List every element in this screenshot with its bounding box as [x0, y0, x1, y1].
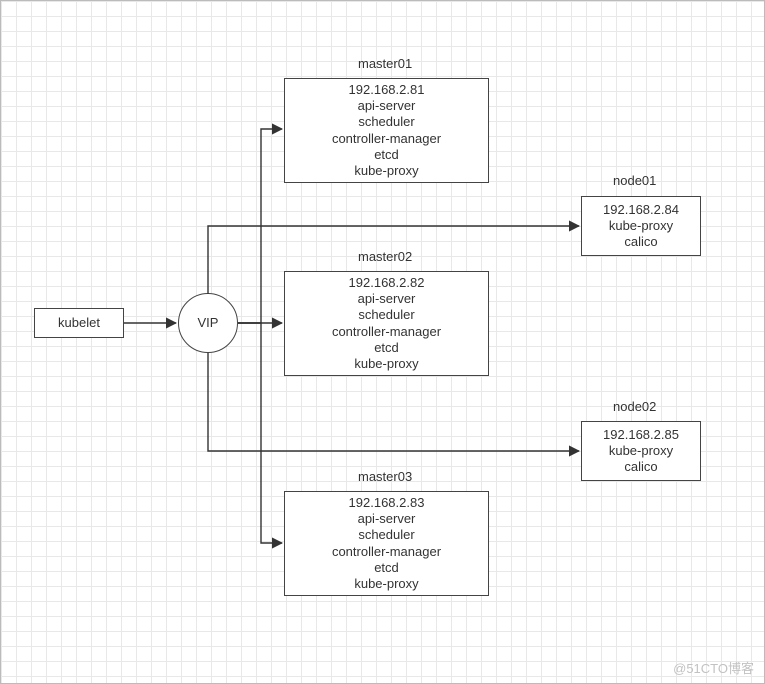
master02-line-0: api-server	[358, 291, 416, 307]
diagram-canvas: kubelet VIP master01 192.168.2.81 api-se…	[0, 0, 765, 684]
master02-line-4: kube-proxy	[354, 356, 418, 372]
master02-line-2: controller-manager	[332, 324, 441, 340]
vip-label: VIP	[198, 315, 219, 331]
master01-line-2: controller-manager	[332, 131, 441, 147]
node01-line-0: kube-proxy	[609, 218, 673, 234]
master01-line-3: etcd	[374, 147, 399, 163]
kubelet-label: kubelet	[58, 315, 100, 331]
edge-vip-to-master03	[238, 323, 282, 543]
master02-title: master02	[358, 249, 412, 264]
master01-line-4: kube-proxy	[354, 163, 418, 179]
node02-line-1: calico	[624, 459, 657, 475]
master03-line-1: scheduler	[358, 527, 414, 543]
master03-title: master03	[358, 469, 412, 484]
node02-title: node02	[613, 399, 656, 414]
master03-ip: 192.168.2.83	[349, 495, 425, 511]
node-kubelet: kubelet	[34, 308, 124, 338]
node-master03: 192.168.2.83 api-server scheduler contro…	[284, 491, 489, 596]
master01-ip: 192.168.2.81	[349, 82, 425, 98]
node-vip: VIP	[178, 293, 238, 353]
node01-title: node01	[613, 173, 656, 188]
master02-line-3: etcd	[374, 340, 399, 356]
master01-line-0: api-server	[358, 98, 416, 114]
node01-line-1: calico	[624, 234, 657, 250]
master01-title: master01	[358, 56, 412, 71]
master02-line-1: scheduler	[358, 307, 414, 323]
master03-line-3: etcd	[374, 560, 399, 576]
watermark: @51CTO博客	[673, 658, 754, 677]
edge-vip-to-master01	[238, 129, 282, 323]
node02-line-0: kube-proxy	[609, 443, 673, 459]
node-master01: 192.168.2.81 api-server scheduler contro…	[284, 78, 489, 183]
node-node01: 192.168.2.84 kube-proxy calico	[581, 196, 701, 256]
master01-line-1: scheduler	[358, 114, 414, 130]
node-master02: 192.168.2.82 api-server scheduler contro…	[284, 271, 489, 376]
node02-ip: 192.168.2.85	[603, 427, 679, 443]
master03-line-4: kube-proxy	[354, 576, 418, 592]
node-node02: 192.168.2.85 kube-proxy calico	[581, 421, 701, 481]
node01-ip: 192.168.2.84	[603, 202, 679, 218]
master03-line-0: api-server	[358, 511, 416, 527]
master02-ip: 192.168.2.82	[349, 275, 425, 291]
master03-line-2: controller-manager	[332, 544, 441, 560]
